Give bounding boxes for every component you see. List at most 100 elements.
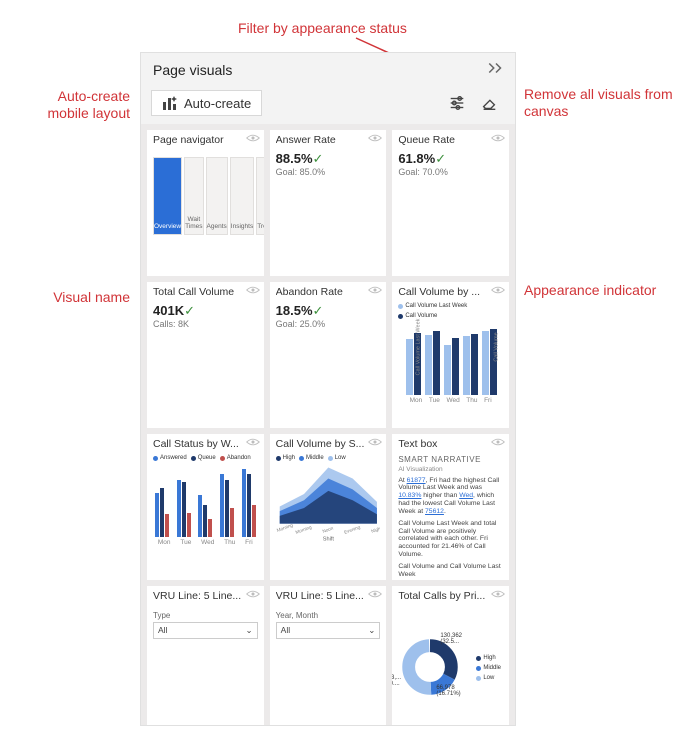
visual-card[interactable]: Queue Rate 61.8%✓ Goal: 70.0% <box>392 130 509 276</box>
text-box: SMART NARRATIVEAI Visualization At 61877… <box>392 452 509 580</box>
card-header: Total Calls by Pri... <box>392 586 509 604</box>
svg-text:Shift: Shift <box>322 536 334 542</box>
nav-tile[interactable]: Overview <box>153 157 182 235</box>
nav-tile[interactable]: Wait Times <box>184 157 203 235</box>
panel-header: Page visuals <box>141 53 515 86</box>
svg-text:Night: Night <box>370 525 380 534</box>
visuals-grid: Page navigator OverviewWait TimesAgentsI… <box>141 124 515 725</box>
visual-card[interactable]: Total Call Volume 401K✓ Calls: 8K <box>147 282 264 428</box>
annot-auto-create: Auto-create mobile layout <box>20 88 130 122</box>
eye-icon <box>368 133 382 143</box>
bar-chart: AnsweredQueueAbandonMonTueWedThuFri <box>147 452 264 580</box>
annot-filter: Filter by appearance status <box>238 20 407 37</box>
appearance-indicator[interactable] <box>491 133 505 146</box>
nav-body: OverviewWait TimesAgentsInsightsTrends <box>147 148 264 276</box>
kpi-body: 61.8%✓ Goal: 70.0% <box>392 148 509 276</box>
eye-icon <box>491 589 505 599</box>
kpi-body: 18.5%✓ Goal: 25.0% <box>270 300 387 428</box>
appearance-indicator[interactable] <box>246 133 260 146</box>
appearance-indicator[interactable] <box>246 589 260 602</box>
appearance-indicator[interactable] <box>368 589 382 602</box>
kpi-body: 401K✓ Calls: 8K <box>147 300 264 428</box>
annot-visual-name: Visual name <box>20 289 130 306</box>
eye-icon <box>491 437 505 447</box>
visual-card[interactable]: Call Status by W... AnsweredQueueAbandon… <box>147 434 264 580</box>
visual-name: Call Status by W... <box>153 438 246 450</box>
visual-card[interactable]: Total Calls by Pri... 130,362 (32.5... 6… <box>392 586 509 725</box>
column-chart: Call Volume Last WeekCall Volume Call Vo… <box>392 300 509 428</box>
eye-icon <box>368 285 382 295</box>
card-header: Abandon Rate <box>270 282 387 300</box>
visual-card[interactable]: Abandon Rate 18.5%✓ Goal: 25.0% <box>270 282 387 428</box>
appearance-indicator[interactable] <box>246 285 260 298</box>
visual-name: Total Call Volume <box>153 286 246 298</box>
visual-card[interactable]: Answer Rate 88.5%✓ Goal: 85.0% <box>270 130 387 276</box>
nav-tile[interactable]: Agents <box>206 157 228 235</box>
eye-icon <box>246 589 260 599</box>
appearance-indicator[interactable] <box>491 437 505 450</box>
page-visuals-panel: Page visuals Auto-create <box>140 52 516 726</box>
visual-card[interactable]: Page navigator OverviewWait TimesAgentsI… <box>147 130 264 276</box>
eye-icon <box>491 285 505 295</box>
card-header: Queue Rate <box>392 130 509 148</box>
card-header: Total Call Volume <box>147 282 264 300</box>
panel-title: Page visuals <box>153 62 232 78</box>
nav-tile[interactable]: Trends <box>256 157 263 235</box>
svg-text:Morning: Morning <box>294 524 312 535</box>
appearance-indicator[interactable] <box>368 133 382 146</box>
card-header: Text box <box>392 434 509 452</box>
card-header: Call Volume by S... <box>270 434 387 452</box>
svg-text:Early Morning: Early Morning <box>276 522 294 537</box>
visual-name: Answer Rate <box>276 134 369 146</box>
appearance-indicator[interactable] <box>368 285 382 298</box>
visual-name: Abandon Rate <box>276 286 369 298</box>
filter-appearance-button[interactable] <box>441 90 473 116</box>
kpi-body: 88.5%✓ Goal: 85.0% <box>270 148 387 276</box>
visual-card[interactable]: Call Volume by ... Call Volume Last Week… <box>392 282 509 428</box>
nav-tile[interactable]: Insights <box>230 157 254 235</box>
visual-name: Queue Rate <box>398 134 491 146</box>
panel-toolbar: Auto-create <box>141 86 515 124</box>
slicer-dropdown[interactable]: All⌄ <box>153 622 258 639</box>
card-header: VRU Line: 5 Line... <box>147 586 264 604</box>
chart-legend: AnsweredQueueAbandon <box>153 455 258 461</box>
visual-card[interactable]: Text box SMART NARRATIVEAI Visualization… <box>392 434 509 580</box>
auto-create-button[interactable]: Auto-create <box>151 90 262 116</box>
eraser-icon <box>480 94 498 112</box>
appearance-indicator[interactable] <box>491 589 505 602</box>
visual-card[interactable]: VRU Line: 5 Line... Type All⌄ <box>147 586 264 725</box>
visual-name: Total Calls by Pri... <box>398 590 491 602</box>
donut-chart: 130,362 (32.5... 66,978 (16.71%) 203,...… <box>392 604 509 725</box>
visual-name: Text box <box>398 438 491 450</box>
annot-remove: Remove all visuals from canvas <box>524 86 674 120</box>
visual-name: Call Volume by S... <box>276 438 369 450</box>
appearance-indicator[interactable] <box>368 437 382 450</box>
remove-all-button[interactable] <box>473 90 505 116</box>
appearance-indicator[interactable] <box>246 437 260 450</box>
visual-name: Page navigator <box>153 134 246 146</box>
visual-card[interactable]: VRU Line: 5 Line... Year, Month All⌄ <box>270 586 387 725</box>
card-header: Call Status by W... <box>147 434 264 452</box>
svg-text:Noon: Noon <box>321 525 334 534</box>
eye-icon <box>491 133 505 143</box>
eye-icon <box>246 285 260 295</box>
chart-legend: HighMiddleLow <box>476 655 503 681</box>
area-chart: HighMiddleLow Early MorningMorningNoonEv… <box>270 452 387 580</box>
visual-name: Call Volume by ... <box>398 286 491 298</box>
svg-text:Evening: Evening <box>343 524 361 535</box>
annot-appearance: Appearance indicator <box>524 282 674 299</box>
collapse-button[interactable] <box>487 61 505 78</box>
slicer: Type All⌄ <box>147 604 264 725</box>
appearance-indicator[interactable] <box>491 285 505 298</box>
visual-card[interactable]: Call Volume by S... HighMiddleLow Early … <box>270 434 387 580</box>
sliders-icon <box>448 94 466 112</box>
visual-name: VRU Line: 5 Line... <box>276 590 369 602</box>
card-header: Page navigator <box>147 130 264 148</box>
chevron-right-double-icon <box>487 61 505 75</box>
chart-legend: Call Volume Last WeekCall Volume <box>398 303 503 319</box>
slicer-dropdown[interactable]: All⌄ <box>276 622 381 639</box>
card-header: Answer Rate <box>270 130 387 148</box>
card-header: VRU Line: 5 Line... <box>270 586 387 604</box>
slicer: Year, Month All⌄ <box>270 604 387 725</box>
eye-icon <box>368 589 382 599</box>
